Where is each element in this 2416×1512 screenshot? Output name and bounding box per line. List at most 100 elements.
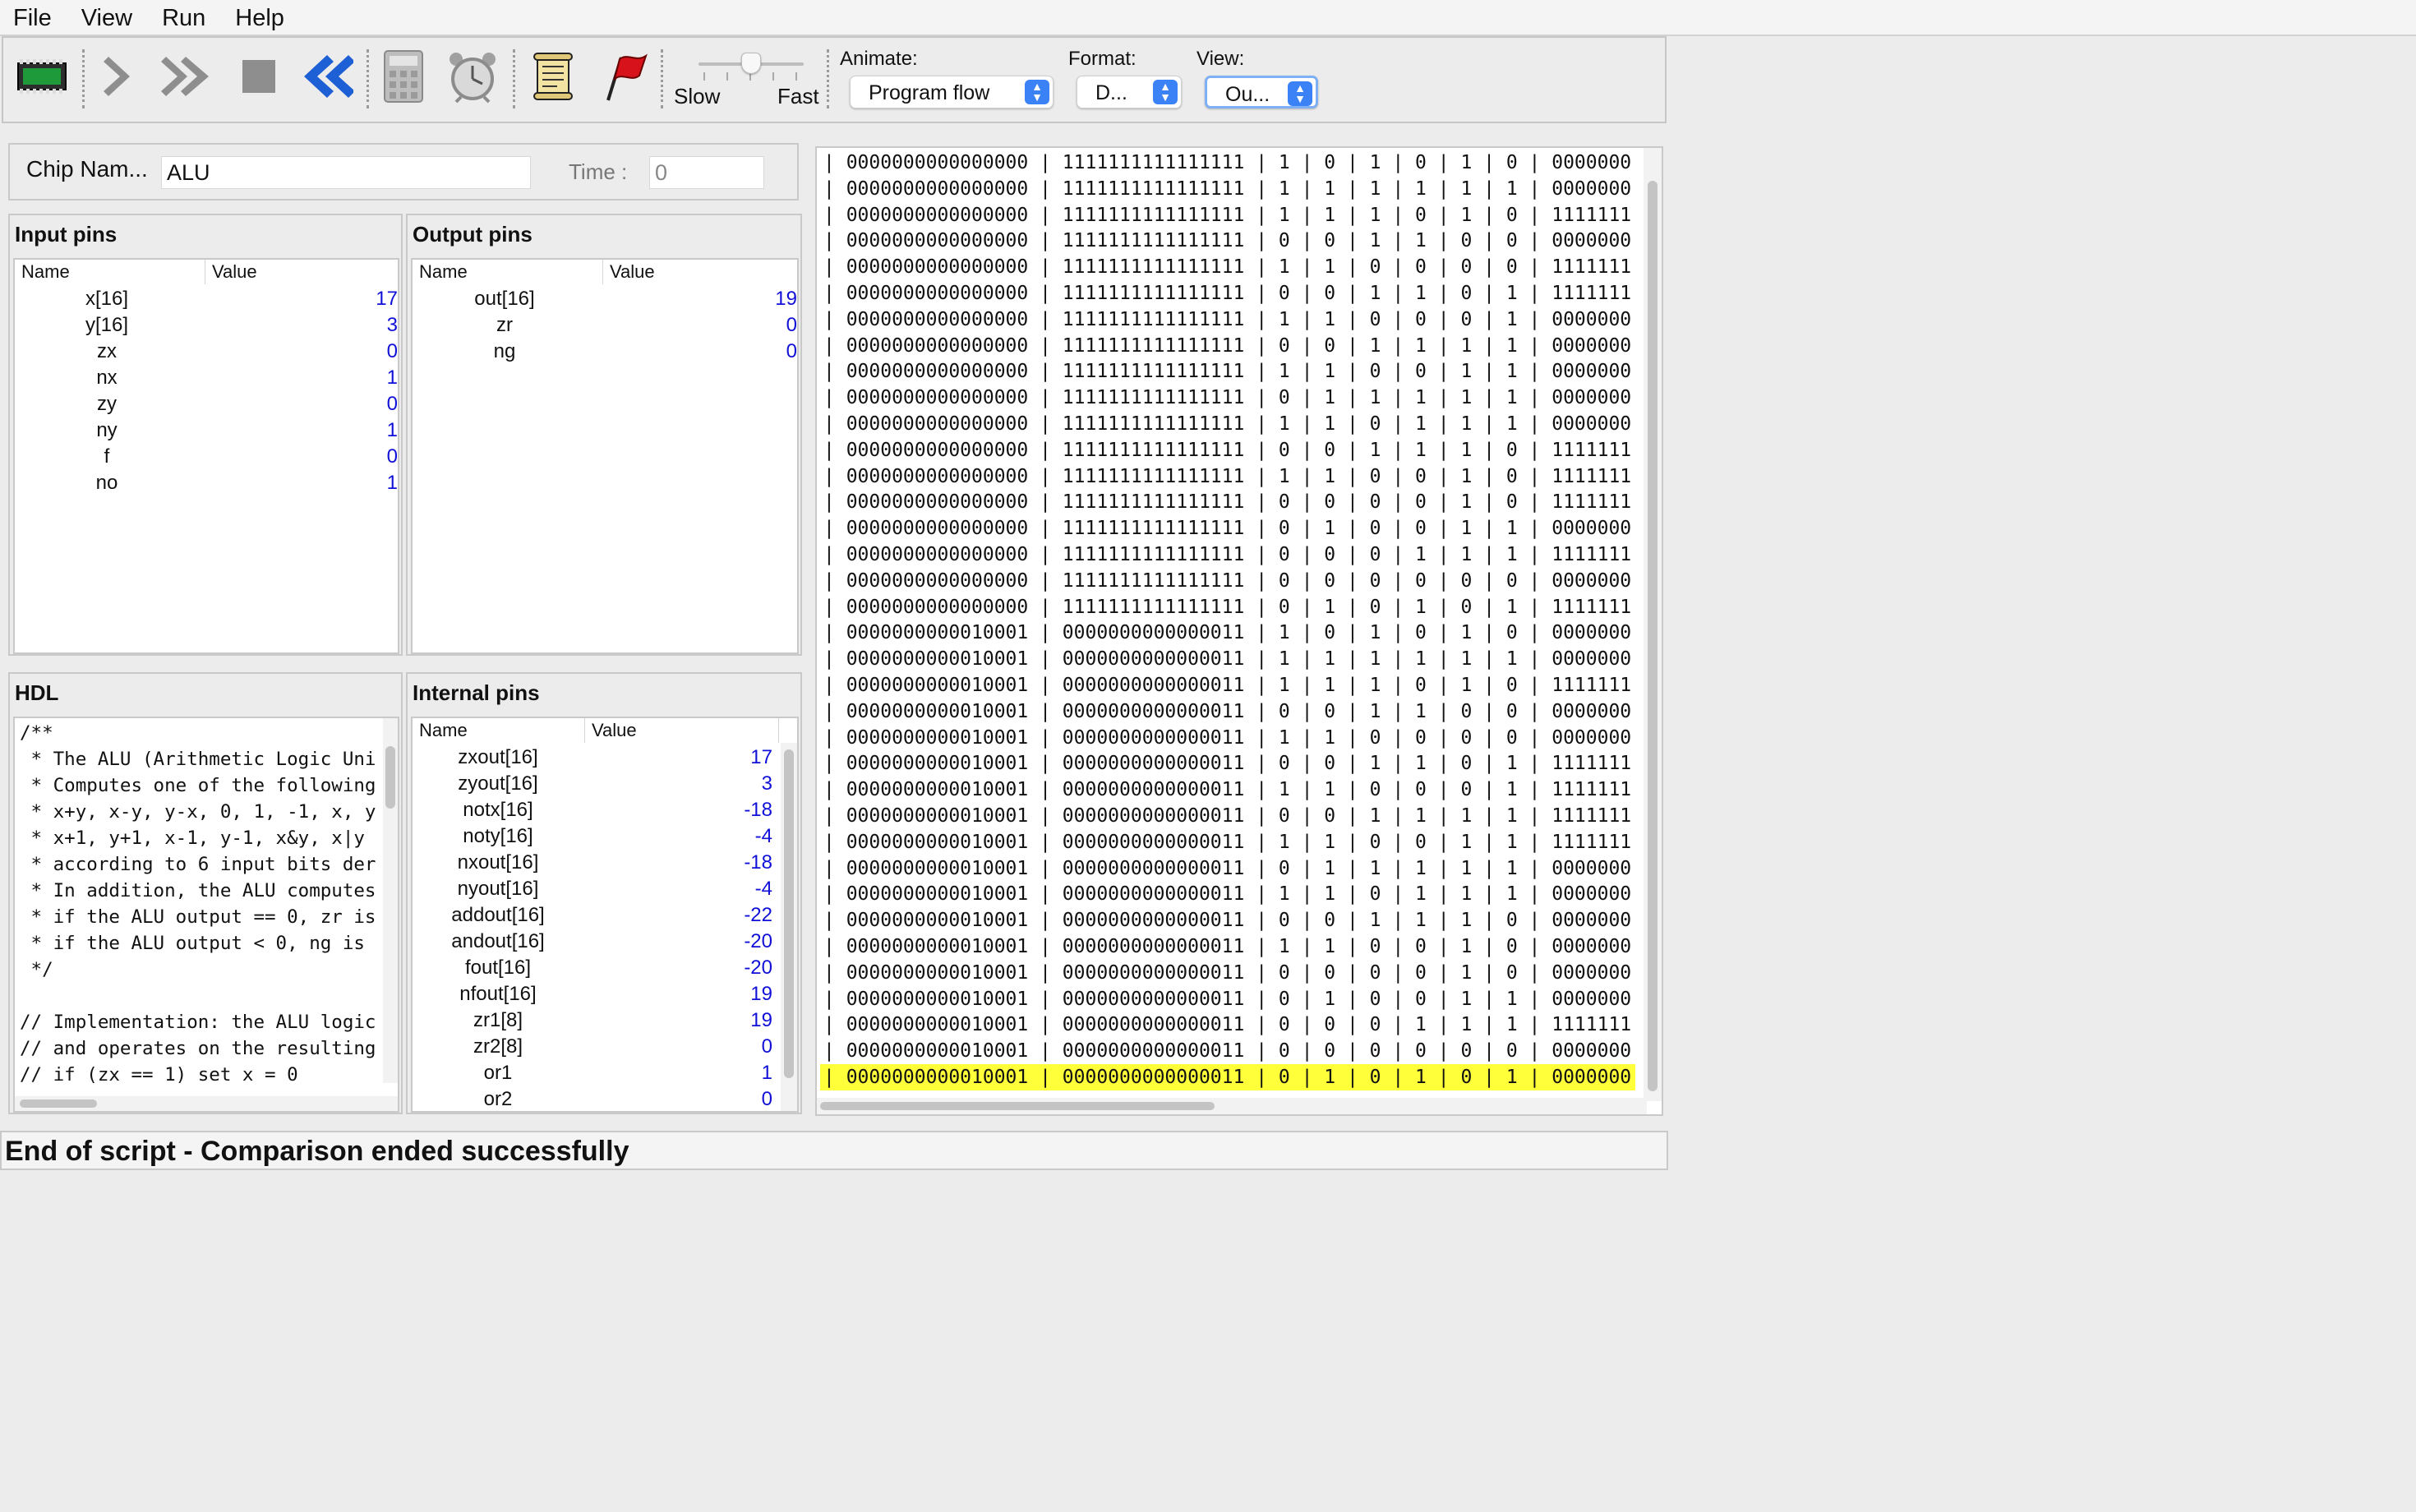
pin-value[interactable]: 0 <box>641 1034 772 1060</box>
pin-value[interactable]: -18 <box>641 797 772 823</box>
pin-row[interactable]: no 1 <box>15 470 398 496</box>
scroll-thumb[interactable] <box>784 749 794 1078</box>
chip-name-field[interactable]: ALU <box>161 156 531 189</box>
pin-value[interactable]: 0 <box>641 1086 772 1111</box>
column-header-value[interactable]: Value <box>603 260 797 284</box>
slider-knob[interactable] <box>741 53 761 74</box>
run-button[interactable] <box>159 48 217 105</box>
comparison-row[interactable]: | 0000000000000000 | 1111111111111111 | … <box>823 176 1631 202</box>
output-pins-table[interactable]: Name Value out[16] 19 zr 0 ng 0 <box>411 258 799 654</box>
pin-row[interactable]: ng 0 <box>413 339 797 365</box>
pin-row[interactable]: addout[16] -22 <box>413 902 797 929</box>
input-pins-table[interactable]: Name Value x[16] 17 y[16] 3 zx 0 nx 1 zy 0 ny 1 f 0 no… <box>13 258 399 654</box>
pin-value[interactable]: 1 <box>266 470 398 496</box>
pin-row[interactable]: zx 0 <box>15 339 398 365</box>
pin-row[interactable]: nxout[16] -18 <box>413 850 797 876</box>
comparison-row[interactable]: | 0000000000010001 | 0000000000000011 | … <box>823 986 1631 1012</box>
breakpoints-button[interactable] <box>592 48 649 105</box>
script-button[interactable] <box>524 48 582 105</box>
column-header-name[interactable]: Name <box>413 260 603 284</box>
pin-value[interactable]: 0 <box>266 444 398 470</box>
pin-value[interactable]: 3 <box>641 771 772 797</box>
comparison-row[interactable]: | 0000000000010001 | 0000000000000011 | … <box>823 881 1631 907</box>
pin-row[interactable]: or2 0 <box>413 1086 797 1111</box>
hdl-vertical-scrollbar[interactable] <box>383 718 398 1083</box>
comparison-row[interactable]: | 0000000000010001 | 0000000000000011 | … <box>823 725 1631 751</box>
comparison-row[interactable]: | 0000000000010001 | 0000000000000011 | … <box>823 777 1631 803</box>
pin-row[interactable]: notx[16] -18 <box>413 797 797 823</box>
internal-pins-vertical-scrollbar[interactable] <box>781 743 797 1111</box>
pin-value[interactable]: 1 <box>641 1060 772 1086</box>
pin-value[interactable]: 17 <box>641 744 772 771</box>
menu-run[interactable]: Run <box>147 0 220 36</box>
view-select[interactable]: Ou... ▲ ▼ <box>1205 76 1318 108</box>
comparison-row[interactable]: | 0000000000000000 | 1111111111111111 | … <box>823 463 1631 490</box>
pin-row[interactable]: andout[16] -20 <box>413 929 797 955</box>
scroll-thumb[interactable] <box>1648 181 1658 1091</box>
comparison-vertical-scrollbar[interactable] <box>1644 148 1662 1101</box>
speed-slider[interactable] <box>694 53 809 85</box>
pin-value[interactable]: -4 <box>641 876 772 902</box>
comparison-row[interactable]: | 0000000000000000 | 1111111111111111 | … <box>823 228 1631 254</box>
pin-row[interactable]: or1 1 <box>413 1060 797 1086</box>
pin-row[interactable]: zyout[16] 3 <box>413 771 797 797</box>
pin-value[interactable]: 0 <box>666 339 797 365</box>
pin-value[interactable]: -20 <box>641 929 772 955</box>
comparison-row[interactable]: | 0000000000000000 | 1111111111111111 | … <box>823 333 1631 359</box>
comparison-row[interactable]: | 0000000000000000 | 1111111111111111 | … <box>823 202 1631 228</box>
comparison-output-table[interactable]: | 0000000000000000 | 1111111111111111 | … <box>815 146 1663 1116</box>
pin-value[interactable]: -20 <box>641 955 772 981</box>
comparison-row[interactable]: | 0000000000010001 | 0000000000000011 | … <box>823 1038 1631 1064</box>
pin-row[interactable]: nfout[16] 19 <box>413 981 797 1007</box>
format-select[interactable]: D... ▲ ▼ <box>1077 76 1182 108</box>
comparison-row-current[interactable]: | 0000000000010001 | 0000000000000011 | … <box>820 1064 1635 1090</box>
pin-row[interactable]: nyout[16] -4 <box>413 876 797 902</box>
comparison-row[interactable]: | 0000000000000000 | 1111111111111111 | … <box>823 515 1631 542</box>
scroll-thumb[interactable] <box>820 1102 1215 1110</box>
pin-value[interactable]: 19 <box>666 286 797 312</box>
comparison-row[interactable]: | 0000000000010001 | 0000000000000011 | … <box>823 698 1631 725</box>
reset-button[interactable] <box>297 48 355 105</box>
menu-view[interactable]: View <box>67 0 147 36</box>
scroll-thumb[interactable] <box>385 746 395 809</box>
clock-button[interactable] <box>444 48 501 105</box>
comparison-row[interactable]: | 0000000000010001 | 0000000000000011 | … <box>823 907 1631 933</box>
comparison-row[interactable]: | 0000000000010001 | 0000000000000011 | … <box>823 672 1631 698</box>
pin-row[interactable]: ny 1 <box>15 417 398 444</box>
comparison-row[interactable]: | 0000000000010001 | 0000000000000011 | … <box>823 803 1631 829</box>
pin-row[interactable]: zr1[8] 19 <box>413 1007 797 1034</box>
comparison-row[interactable]: | 0000000000000000 | 1111111111111111 | … <box>823 358 1631 385</box>
comparison-row[interactable]: | 0000000000010001 | 0000000000000011 | … <box>823 855 1631 882</box>
comparison-row[interactable]: | 0000000000000000 | 1111111111111111 | … <box>823 594 1631 620</box>
menu-file[interactable]: File <box>0 0 67 36</box>
pin-row[interactable]: y[16] 3 <box>15 312 398 339</box>
comparison-row[interactable]: | 0000000000000000 | 1111111111111111 | … <box>823 307 1631 333</box>
hdl-horizontal-scrollbar[interactable] <box>15 1096 398 1111</box>
single-step-button[interactable] <box>90 48 148 105</box>
column-header-name[interactable]: Name <box>15 260 205 284</box>
pin-value[interactable]: 19 <box>641 981 772 1007</box>
comparison-row[interactable]: | 0000000000000000 | 1111111111111111 | … <box>823 254 1631 280</box>
comparison-row[interactable]: | 0000000000000000 | 1111111111111111 | … <box>823 437 1631 463</box>
stop-button[interactable] <box>230 48 288 105</box>
menu-help[interactable]: Help <box>220 0 299 36</box>
column-header-value[interactable]: Value <box>585 718 779 743</box>
comparison-row[interactable]: | 0000000000010001 | 0000000000000011 | … <box>823 750 1631 777</box>
pin-value[interactable]: -22 <box>641 902 772 929</box>
pin-value[interactable]: 1 <box>266 417 398 444</box>
internal-pins-table[interactable]: Name Value zxout[16] 17 zyout[16] 3 notx[16]… <box>411 717 799 1113</box>
comparison-row[interactable]: | 0000000000000000 | 1111111111111111 | … <box>823 280 1631 307</box>
column-header-value[interactable]: Value <box>205 260 398 284</box>
pin-row[interactable]: noty[16] -4 <box>413 823 797 850</box>
scroll-thumb[interactable] <box>20 1099 97 1108</box>
comparison-row[interactable]: | 0000000000000000 | 1111111111111111 | … <box>823 542 1631 568</box>
comparison-row[interactable]: | 0000000000000000 | 1111111111111111 | … <box>823 385 1631 411</box>
comparison-row[interactable]: | 0000000000010001 | 0000000000000011 | … <box>823 933 1631 960</box>
eval-button[interactable] <box>375 48 432 105</box>
pin-row[interactable]: zr 0 <box>413 312 797 339</box>
animate-select[interactable]: Program flow ▲ ▼ <box>850 76 1054 108</box>
pin-value[interactable]: 19 <box>641 1007 772 1034</box>
comparison-row[interactable]: | 0000000000010001 | 0000000000000011 | … <box>823 646 1631 672</box>
comparison-row[interactable]: | 0000000000010001 | 0000000000000011 | … <box>823 829 1631 855</box>
comparison-row[interactable]: | 0000000000010001 | 0000000000000011 | … <box>823 960 1631 986</box>
